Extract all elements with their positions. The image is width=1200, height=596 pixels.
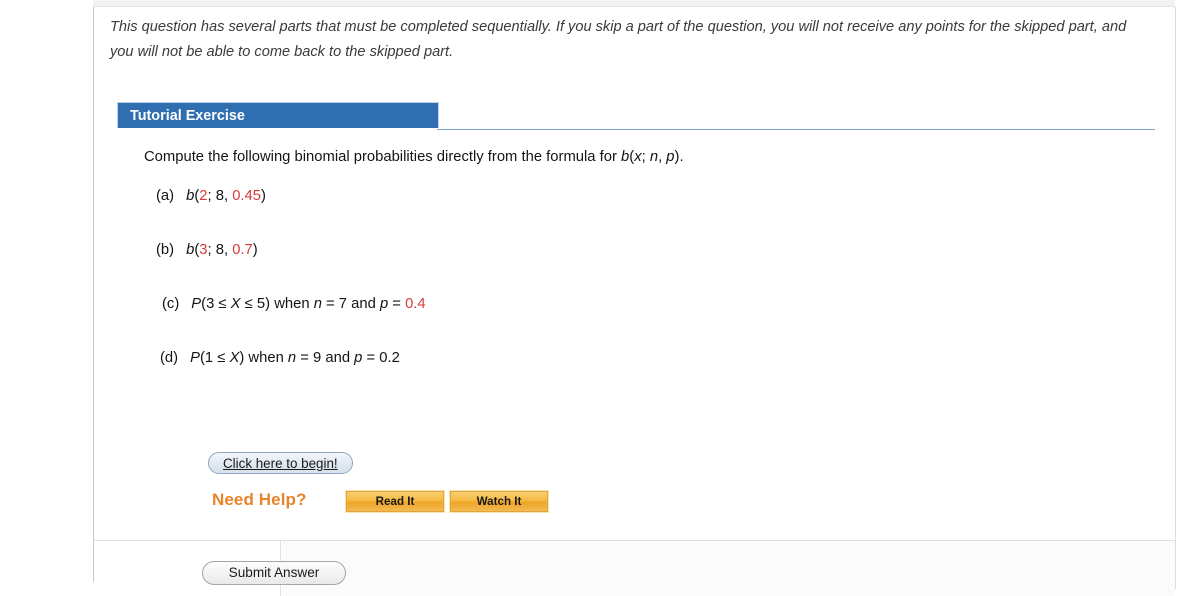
part-c-random-variable: X [230, 296, 241, 312]
need-help-label: Need Help? [212, 490, 307, 509]
question-page: This question has several parts that mus… [94, 7, 1175, 596]
part-b-sep1: ; [207, 242, 216, 258]
part-a-x-value: 2 [199, 188, 208, 204]
read-it-label: Read It [375, 495, 415, 508]
part-b-sep2: , [223, 242, 233, 258]
formula-close-paren: ). [674, 149, 684, 165]
begin-button-label: Click here to begin! [223, 456, 338, 471]
footer-background [282, 541, 1175, 596]
part-c-le-2: ≤ [244, 296, 253, 312]
part-c-when: when [270, 296, 314, 312]
part-a-close: ) [261, 188, 266, 204]
right-column-divider [1175, 7, 1176, 589]
part-b-x-value: 3 [199, 242, 208, 258]
click-here-to-begin-button[interactable]: Click here to begin! [208, 452, 353, 474]
question-part-d: (d) P(1 ≤ X) when n = 9 and p = 0.2 [160, 350, 400, 366]
part-a-sep1: ; [207, 188, 216, 204]
part-c-upper: 5) [256, 296, 271, 312]
sequential-parts-notice: This question has several parts that mus… [110, 19, 1127, 60]
part-d-n-value: = 9 and [296, 350, 355, 366]
part-c-p-value: 0.4 [405, 296, 426, 312]
question-stem: Compute the following binomial probabili… [144, 149, 684, 165]
tutorial-exercise-header: Tutorial Exercise [117, 102, 439, 128]
part-c-le-1: ≤ [218, 296, 227, 312]
formula-b: b [621, 149, 630, 165]
part-c-label: (c) [162, 296, 180, 312]
part-d-when: when [244, 350, 288, 366]
part-d-p-eq: = [362, 350, 380, 366]
part-c-p-var: p [379, 296, 389, 312]
question-part-a: (a) b(2; 8, 0.45) [156, 188, 266, 204]
part-c-n-value: = 7 and [321, 296, 380, 312]
part-b-p-value: 0.7 [232, 242, 253, 258]
formula-x: x [634, 149, 642, 165]
submit-answer-button[interactable]: Submit Answer [202, 561, 346, 585]
part-d-n-var: n [287, 350, 297, 366]
watch-it-button[interactable]: Watch It [449, 490, 549, 513]
question-part-c: (c) P(3 ≤ X ≤ 5) when n = 7 and p = 0.4 [162, 296, 426, 312]
part-c-p-eq: = [388, 296, 406, 312]
part-d-label: (d) [160, 350, 179, 366]
top-gray-strip [93, 0, 1175, 7]
part-a-sep2: , [223, 188, 233, 204]
part-a-n-value: 8 [215, 188, 224, 204]
part-a-p-value: 0.45 [232, 188, 262, 204]
part-b-n-value: 8 [215, 242, 224, 258]
tutorial-exercise-rule [437, 129, 1155, 130]
watch-it-label: Watch It [476, 495, 522, 508]
tutorial-exercise-label: Tutorial Exercise [130, 108, 245, 124]
formula-n: n [649, 149, 659, 165]
read-it-button[interactable]: Read It [345, 490, 445, 513]
part-c-expr-open: (3 [201, 296, 219, 312]
part-d-expr-open: (1 [199, 350, 218, 366]
formula-semicolon: ; [641, 149, 650, 165]
part-d-prob-symbol: P [190, 350, 200, 366]
part-c-n-var: n [313, 296, 322, 312]
part-d-random-variable: X [229, 350, 240, 366]
part-a-label: (a) [156, 188, 175, 204]
question-stem-text: Compute the following binomial probabili… [144, 149, 622, 165]
part-b-label: (b) [156, 242, 175, 258]
part-b-close: ) [252, 242, 258, 258]
question-part-b: (b) b(3; 8, 0.7) [156, 242, 258, 258]
part-d-le-1: ≤ [217, 350, 226, 366]
part-c-prob-symbol: P [191, 296, 202, 312]
part-d-p-value: 0.2 [379, 350, 400, 366]
formula-p: p [666, 149, 675, 165]
submit-answer-label: Submit Answer [228, 565, 320, 580]
